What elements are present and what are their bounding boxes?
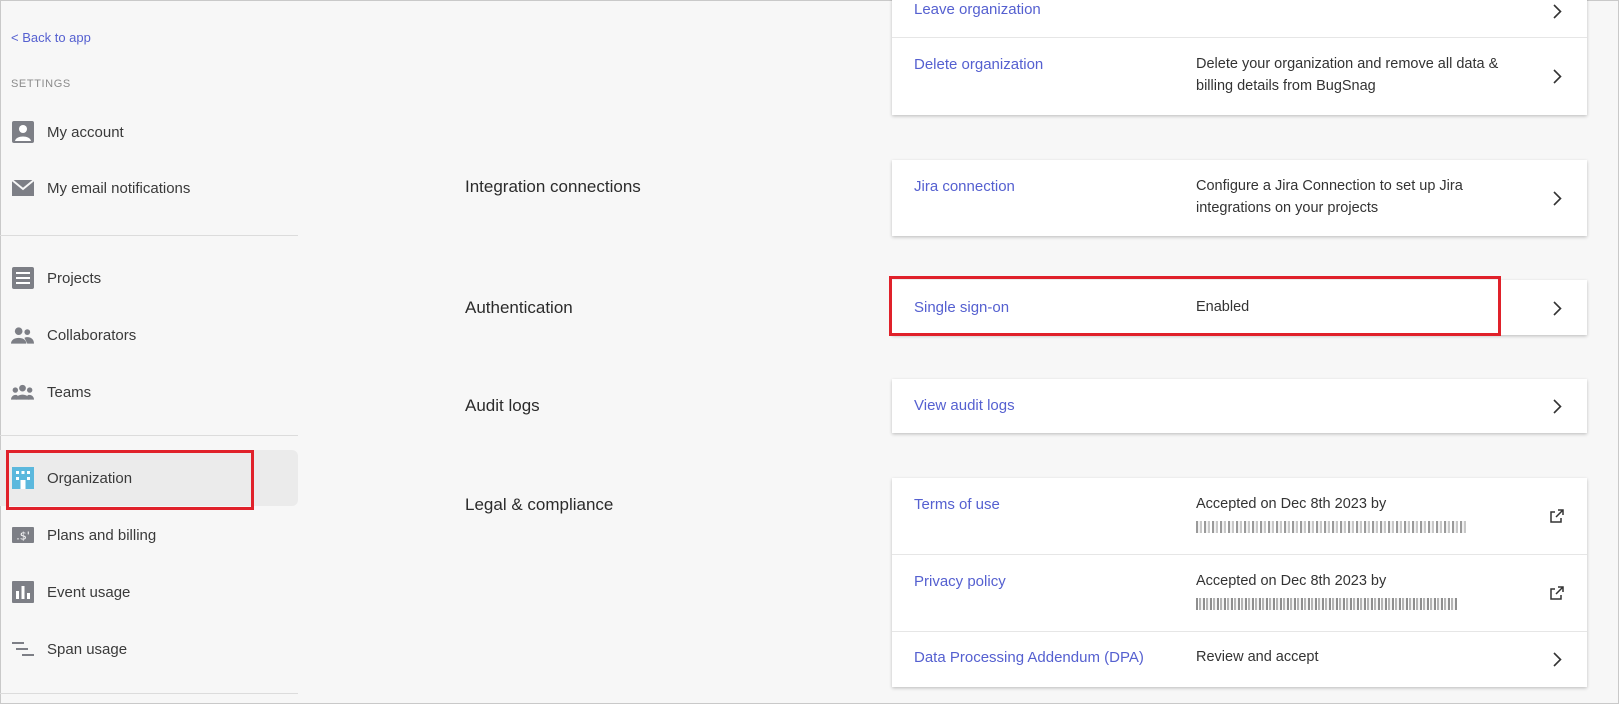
integration-connections-title: Integration connections	[465, 177, 641, 196]
privacy-policy-row[interactable]: Privacy policy Accepted on Dec 8th 2023 …	[892, 555, 1587, 632]
legal-compliance-card: Terms of use Accepted on Dec 8th 2023 by…	[892, 478, 1587, 687]
authentication-title: Authentication	[465, 298, 573, 317]
external-link-icon	[1549, 585, 1565, 601]
sidebar-item-label: My email notifications	[47, 179, 191, 197]
chevron-right-icon	[1549, 300, 1565, 316]
sidebar-item-my-account[interactable]: My account	[0, 104, 298, 160]
leave-organization-row[interactable]: Leave organization	[892, 0, 1587, 38]
sidebar-item-label: Teams	[47, 383, 92, 401]
sidebar-divider	[0, 435, 298, 436]
integration-connections-card: Jira connection Configure a Jira Connect…	[892, 160, 1587, 236]
sidebar-item-teams[interactable]: Teams	[0, 364, 298, 420]
audit-logs-card: View audit logs	[892, 379, 1587, 433]
envelope-icon	[11, 177, 34, 200]
projects-icon	[11, 267, 34, 290]
chevron-right-icon	[1549, 190, 1565, 206]
sidebar-item-event-usage[interactable]: Event usage	[0, 564, 298, 620]
sidebar-divider	[0, 693, 298, 694]
chevron-right-icon	[1549, 68, 1565, 84]
terms-of-use-link[interactable]: Terms of use	[914, 496, 1000, 513]
settings-heading: SETTINGS	[11, 78, 71, 90]
sidebar-divider	[0, 235, 298, 236]
billing-icon: .$'	[11, 524, 34, 547]
privacy-policy-description: Accepted on Dec 8th 2023 by	[1196, 570, 1516, 617]
external-link-icon	[1549, 508, 1565, 524]
view-audit-logs-link[interactable]: View audit logs	[914, 397, 1015, 414]
back-to-app-link[interactable]: < Back to app	[11, 30, 91, 45]
delete-organization-description: Delete your organization and remove all …	[1196, 56, 1499, 94]
span-icon	[11, 638, 34, 661]
sidebar-item-label: Organization	[47, 469, 133, 487]
audit-logs-title: Audit logs	[465, 396, 540, 415]
sidebar-item-label: Plans and billing	[47, 526, 157, 544]
sidebar-item-label: Span usage	[47, 640, 128, 658]
chevron-right-icon	[1549, 398, 1565, 414]
sidebar-item-projects[interactable]: Projects	[0, 250, 298, 306]
single-sign-on-row[interactable]: Single sign-on Enabled	[892, 280, 1587, 335]
settings-sidebar: < Back to app SETTINGS My account My ema…	[0, 0, 298, 704]
teams-icon	[11, 381, 34, 404]
redacted-user-name	[1196, 598, 1458, 610]
building-icon	[11, 467, 34, 490]
delete-organization-link[interactable]: Delete organization	[914, 56, 1043, 73]
legal-compliance-title: Legal & compliance	[465, 495, 614, 514]
terms-accepted-text: Accepted on Dec 8th 2023 by	[1196, 496, 1387, 512]
dpa-description: Review and accept	[1196, 649, 1319, 665]
sidebar-item-label: Collaborators	[47, 326, 137, 344]
sidebar-item-label: Projects	[47, 269, 102, 287]
svg-text:.$': .$'	[16, 530, 30, 543]
person-icon	[11, 121, 34, 144]
bar-chart-icon	[11, 581, 34, 604]
organization-actions-card: Leave organization Delete organization D…	[892, 0, 1587, 115]
leave-organization-link[interactable]: Leave organization	[914, 1, 1041, 18]
jira-connection-description: Configure a Jira Connection to set up Ji…	[1196, 178, 1463, 216]
jira-connection-row[interactable]: Jira connection Configure a Jira Connect…	[892, 160, 1587, 236]
authentication-card: Single sign-on Enabled	[892, 280, 1587, 335]
sidebar-item-span-usage[interactable]: Span usage	[0, 621, 298, 677]
sidebar-item-label: Event usage	[47, 583, 131, 601]
sidebar-item-plans-billing[interactable]: .$' Plans and billing	[0, 507, 298, 563]
single-sign-on-link[interactable]: Single sign-on	[914, 299, 1009, 316]
sidebar-item-label: My account	[47, 123, 124, 141]
sidebar-item-organization[interactable]: Organization	[0, 450, 298, 506]
privacy-accepted-text: Accepted on Dec 8th 2023 by	[1196, 573, 1387, 589]
redacted-user-name	[1196, 521, 1468, 533]
view-audit-logs-row[interactable]: View audit logs	[892, 379, 1587, 433]
dpa-row[interactable]: Data Processing Addendum (DPA) Review an…	[892, 632, 1587, 687]
sidebar-item-email-notifications[interactable]: My email notifications	[0, 160, 298, 216]
terms-of-use-description: Accepted on Dec 8th 2023 by	[1196, 493, 1516, 540]
sidebar-item-collaborators[interactable]: Collaborators	[0, 307, 298, 363]
chevron-right-icon	[1549, 651, 1565, 667]
chevron-right-icon	[1549, 3, 1565, 19]
privacy-policy-link[interactable]: Privacy policy	[914, 573, 1006, 590]
single-sign-on-status: Enabled	[1196, 299, 1250, 315]
jira-connection-link[interactable]: Jira connection	[914, 178, 1015, 195]
dpa-link[interactable]: Data Processing Addendum (DPA)	[914, 649, 1144, 666]
collaborators-icon	[11, 324, 34, 347]
delete-organization-row[interactable]: Delete organization Delete your organiza…	[892, 38, 1587, 115]
terms-of-use-row[interactable]: Terms of use Accepted on Dec 8th 2023 by	[892, 478, 1587, 555]
